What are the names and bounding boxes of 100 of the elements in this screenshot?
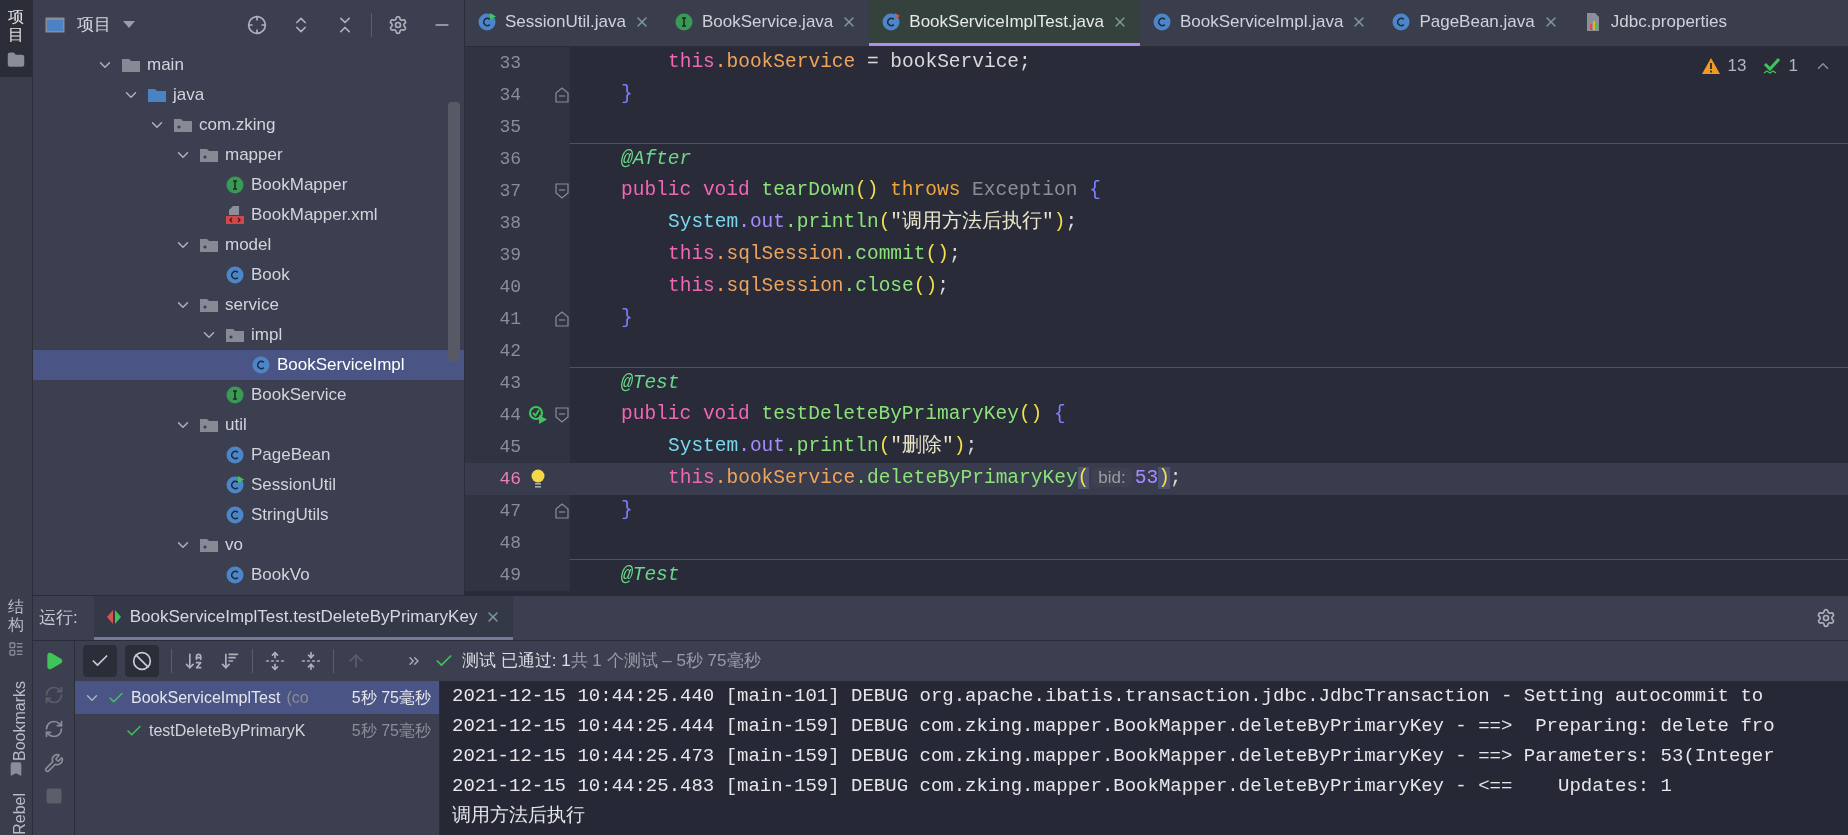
tree-item[interactable]: impl bbox=[33, 320, 464, 350]
line-number: 46 bbox=[498, 467, 521, 491]
scrollbar-thumb[interactable] bbox=[448, 102, 460, 362]
bookmark-icon bbox=[8, 761, 24, 778]
class-icon bbox=[1391, 11, 1412, 32]
tree-item[interactable]: PageBean bbox=[33, 440, 464, 470]
tool-window-tab[interactable]: Bookmarks bbox=[0, 681, 33, 762]
tree-item[interactable]: mapper bbox=[33, 140, 464, 170]
editor-tab[interactable]: BookService.java bbox=[661, 0, 870, 46]
line-number: 49 bbox=[498, 563, 521, 587]
filter-toggle[interactable] bbox=[125, 645, 159, 677]
test-status: 测试 已通过: 1 bbox=[462, 650, 571, 673]
code-line: @After bbox=[621, 146, 692, 172]
editor-tab[interactable]: BookServiceImplTest.java bbox=[869, 0, 1140, 46]
lightbulb-icon[interactable] bbox=[530, 469, 546, 489]
check-icon[interactable] bbox=[1762, 56, 1781, 75]
test-item[interactable]: BookServiceImplTest (co 5秒 75毫秒 bbox=[75, 681, 439, 714]
tree-item[interactable]: java bbox=[33, 80, 464, 110]
warning-icon[interactable] bbox=[1701, 57, 1720, 74]
tree-item[interactable]: util bbox=[33, 410, 464, 440]
line-number: 38 bbox=[498, 211, 521, 235]
filter-toggle[interactable] bbox=[83, 645, 117, 677]
tree-item-label: vo bbox=[225, 534, 243, 557]
line-number: 39 bbox=[498, 243, 521, 267]
tree-item[interactable]: Book bbox=[33, 260, 464, 290]
sort-by-duration-icon[interactable] bbox=[220, 651, 240, 671]
tab-label: BookServiceImplTest.java bbox=[909, 10, 1104, 33]
fold-icon[interactable] bbox=[555, 407, 569, 423]
tree-item-label: com.zking bbox=[199, 114, 276, 137]
editor-tab[interactable]: SessionUtil.java bbox=[465, 0, 662, 46]
tab-label: BookServiceImpl.java bbox=[1179, 10, 1344, 33]
tree-item-label: BookVo bbox=[251, 564, 310, 587]
line-number: 35 bbox=[498, 115, 521, 139]
test-summary: 共 1 个测试 – 5秒 75毫秒 bbox=[570, 650, 761, 673]
console-line: 2021-12-15 10:44:25.440 [main-101] DEBUG org.apache.ibatis.transaction.jdbc.JdbcTransaction - Setting autocommit to bbox=[452, 684, 1765, 709]
test-item[interactable]: testDeleteByPrimaryK 5秒 75毫秒 bbox=[75, 714, 439, 747]
tree-item-label: mapper bbox=[225, 144, 283, 167]
tree-item-label: SessionUtil bbox=[251, 474, 337, 497]
tree-item-label: service bbox=[225, 294, 279, 317]
tree-item[interactable]: service bbox=[33, 290, 464, 320]
code-line: public void testDeleteByPrimaryKey() { bbox=[621, 402, 1066, 428]
runnable-class-icon bbox=[477, 11, 497, 32]
tree-item[interactable]: StringUtils bbox=[33, 500, 464, 530]
tree-item[interactable]: main bbox=[33, 50, 464, 80]
wrench-icon[interactable] bbox=[43, 753, 64, 773]
settings-icon[interactable] bbox=[388, 15, 408, 35]
tree-item[interactable]: SessionUtil bbox=[33, 470, 464, 500]
code-line: @Test bbox=[621, 370, 680, 396]
code-line: this.sqlSession.commit(); bbox=[668, 242, 961, 268]
line-number: 40 bbox=[498, 275, 521, 299]
run-tab[interactable]: BookServiceImplTest.testDeleteByPrimaryKey bbox=[93, 596, 514, 640]
tool-window-tab[interactable]: 结构 bbox=[0, 589, 33, 642]
fold-icon[interactable] bbox=[555, 183, 569, 199]
class-icon bbox=[225, 505, 245, 525]
editor-tab[interactable]: Jdbc.properties bbox=[1570, 0, 1739, 46]
tree-item[interactable]: BookServiceImpl bbox=[33, 350, 464, 380]
sort-alphabetically-icon[interactable] bbox=[184, 651, 204, 671]
tree-item[interactable]: BookMapper bbox=[33, 170, 464, 200]
locate-icon[interactable] bbox=[247, 15, 267, 35]
xml-file-icon bbox=[225, 205, 245, 225]
run-test-icon[interactable] bbox=[528, 405, 548, 425]
fold-icon[interactable] bbox=[555, 503, 569, 519]
ignored-icon bbox=[132, 651, 152, 671]
toggle-auto-test-icon[interactable] bbox=[43, 719, 64, 739]
code-line: } bbox=[621, 82, 633, 108]
tree-item-label: impl bbox=[251, 324, 283, 347]
structure-icon bbox=[8, 641, 24, 658]
fold-icon[interactable] bbox=[555, 87, 569, 103]
view-selector[interactable]: 项目 bbox=[77, 12, 135, 38]
test-duration: 5秒 75毫秒 bbox=[351, 687, 431, 708]
code-line: this.bookService.deleteByPrimaryKey( bid: 53); bbox=[668, 466, 1182, 492]
code-line: } bbox=[621, 498, 633, 524]
collapse-all-icon[interactable] bbox=[301, 651, 321, 671]
dropdown-caret-icon bbox=[123, 21, 135, 29]
tree-item[interactable]: BookMapper.xml bbox=[33, 200, 464, 230]
expand-all-icon[interactable] bbox=[265, 651, 285, 671]
tab-label: Jdbc.properties bbox=[1610, 10, 1727, 33]
fold-icon[interactable] bbox=[555, 311, 569, 327]
editor-tab[interactable]: BookServiceImpl.java bbox=[1139, 0, 1380, 46]
settings-icon[interactable] bbox=[1816, 608, 1836, 628]
tool-window-tab[interactable]: Rebel bbox=[0, 793, 33, 835]
tree-item[interactable]: com.zking bbox=[33, 110, 464, 140]
tree-item-label: model bbox=[225, 234, 272, 257]
tree-item[interactable]: model bbox=[33, 230, 464, 260]
code-line: @Test bbox=[621, 562, 680, 588]
line-number: 34 bbox=[498, 83, 521, 107]
runnable-class-icon bbox=[225, 475, 245, 495]
tree-item[interactable]: BookVo bbox=[33, 560, 464, 590]
class-icon bbox=[251, 355, 271, 375]
code-line: this.bookService = bookService; bbox=[668, 50, 1031, 76]
tree-item[interactable]: vo bbox=[33, 530, 464, 560]
class-icon bbox=[225, 565, 245, 585]
code-line: public void tearDown() throws Exception { bbox=[621, 178, 1101, 204]
editor-tab[interactable]: PageBean.java bbox=[1379, 0, 1571, 46]
tree-item[interactable]: BookService bbox=[33, 380, 464, 410]
interface-icon bbox=[225, 385, 245, 405]
class-icon bbox=[225, 265, 245, 285]
console-line: 2021-12-15 10:44:25.444 [main-159] DEBUG com.zking.mapper.BookMapper.deleteByPrimaryKey - ==> Preparing: delete fro bbox=[452, 714, 1776, 739]
passed-count: 1 bbox=[1788, 55, 1798, 77]
run-tab-label: BookServiceImplTest.testDeleteByPrimaryKey bbox=[129, 605, 478, 628]
